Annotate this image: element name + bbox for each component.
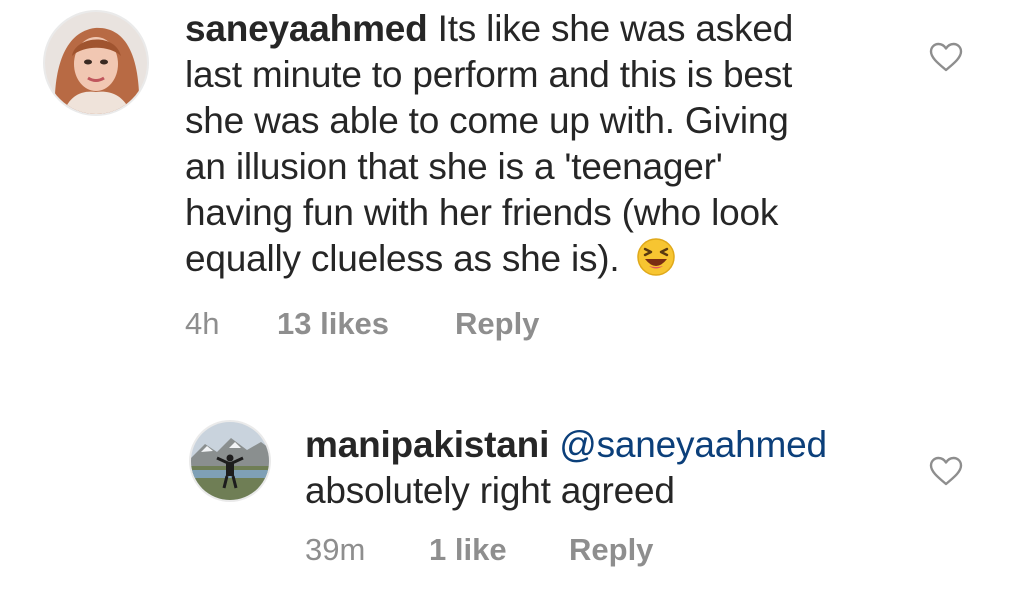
comment-meta: 39m 1 like Reply [305, 532, 653, 568]
comment-meta: 4h 13 likes Reply [185, 306, 539, 342]
avatar-photo [45, 12, 147, 114]
comment-text-line: having fun with her friends (who look [185, 192, 779, 233]
avatar[interactable] [191, 422, 269, 500]
like-heart-icon[interactable] [929, 456, 963, 486]
comment-timestamp: 4h [185, 306, 220, 341]
reply-comment: manipakistani @saneyaahmed absolutely ri… [0, 400, 1024, 609]
like-heart-icon[interactable] [929, 42, 963, 72]
comment-username[interactable]: manipakistani [305, 424, 549, 465]
mention-link[interactable]: @saneyaahmed [559, 424, 827, 465]
comment-body: saneyaahmed Its like she was asked last … [185, 6, 885, 282]
comment-username[interactable]: saneyaahmed [185, 8, 428, 49]
avatar[interactable] [45, 12, 147, 114]
likes-count[interactable]: 1 like [429, 532, 569, 568]
comment-text-line: Its like she was asked [437, 8, 794, 49]
comment-text-line: absolutely right agreed [305, 470, 675, 511]
comment-text-line: she was able to come up with. Giving [185, 100, 789, 141]
comment-text-line: an illusion that she is a 'teenager' [185, 146, 723, 187]
comment-timestamp: 39m [305, 532, 366, 567]
comment-text-line: equally clueless as she is). [185, 238, 620, 279]
comment-text-line: last minute to perform and this is best [185, 54, 793, 95]
reply-button[interactable]: Reply [455, 306, 539, 342]
laughing-squint-emoji-icon [636, 238, 675, 276]
avatar-photo [191, 422, 269, 500]
comment: saneyaahmed Its like she was asked last … [0, 0, 1024, 360]
comment-body: manipakistani @saneyaahmed absolutely ri… [305, 422, 905, 514]
reply-button[interactable]: Reply [569, 532, 653, 568]
likes-count[interactable]: 13 likes [277, 306, 455, 342]
